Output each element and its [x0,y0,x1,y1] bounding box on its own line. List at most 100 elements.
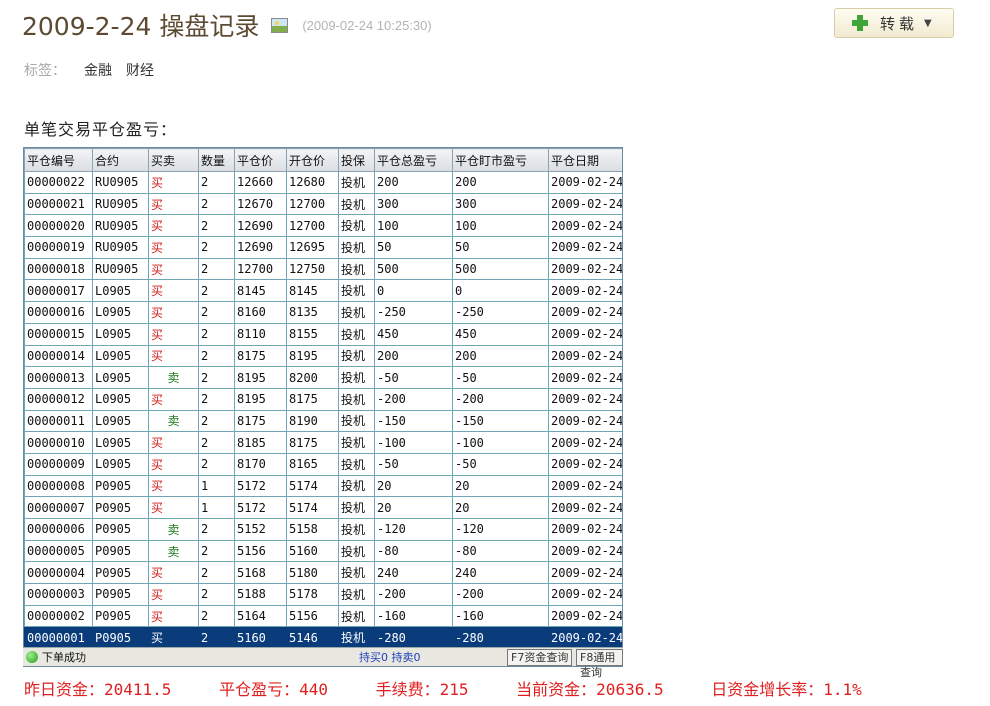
table-cell: 投机 [338,496,375,519]
table-cell: 投机 [338,366,375,389]
table-cell: 买 [148,583,199,606]
table-cell: 00000022 [24,171,93,194]
column-header[interactable]: 平仓盯市盈亏 [452,148,549,172]
table-cell: 5158 [286,518,339,541]
trade-table-screenshot: 平仓编号 合约 买卖 数量 平仓价 开仓价 投保 平仓总盈亏 平仓盯市盈亏 平仓日期 000000… [23,147,623,667]
column-header[interactable]: 开仓价 [286,148,339,172]
table-cell: 8195 [234,387,287,411]
table-row[interactable]: 00000019 RU0905 买 2 12690 12695 投机 50 50 2009-02-… [24,236,622,259]
table-cell: 2009-02-24 [548,561,622,585]
table-cell: 2009-02-24 [548,496,622,519]
image-icon[interactable] [271,17,289,33]
column-header[interactable]: 平仓编号 [24,148,93,172]
table-cell: 2 [198,539,235,563]
table-cell: L0905 [92,452,149,476]
table-row[interactable]: 00000005 P0905 卖 2 5156 5160 投机 -80 -80 2009-02-2… [24,539,622,563]
status-bar: 下单成功 持买0 持卖0 F7资金查询 F8通用查询 [23,647,623,679]
table-row[interactable]: 00000013 L0905 卖 2 8195 8200 投机 -50 -50 2009-02-2… [24,366,622,389]
table-cell: 5168 [234,561,287,585]
f7-funds-query-button[interactable]: F7资金查询 [507,649,573,666]
table-cell: -150 [452,409,549,433]
table-cell: 5172 [234,496,287,519]
table-cell: 买 [148,171,199,194]
table-cell: 投机 [338,626,375,650]
table-cell: 8145 [286,279,339,303]
table-cell: 8185 [234,431,287,454]
table-cell: 买 [148,301,199,324]
table-cell: 投机 [338,322,375,346]
table-cell: 2009-02-24 [548,431,622,454]
table-cell: 200 [452,344,549,368]
f8-general-query-button[interactable]: F8通用查询 [576,649,623,679]
column-header[interactable]: 投保 [338,148,375,172]
table-cell: -120 [374,518,453,541]
table-cell: 买 [148,257,199,281]
table-cell: 投机 [338,192,375,216]
table-row[interactable]: 00000016 L0905 买 2 8160 8135 投机 -250 -250 2009-02… [24,301,622,324]
table-cell: -150 [374,409,453,433]
column-header[interactable]: 平仓总盈亏 [374,148,453,172]
table-row[interactable]: 00000018 RU0905 买 2 12700 12750 投机 500 500 2009-0… [24,257,622,281]
tag-link[interactable]: 金融 [84,60,112,80]
table-cell: 12700 [234,257,287,281]
column-header[interactable]: 合约 [92,148,149,172]
table-cell: 买 [148,604,199,628]
table-row[interactable]: 00000004 P0905 买 2 5168 5180 投机 240 240 2009-02-2… [24,561,622,585]
column-header[interactable]: 数量 [198,148,235,172]
table-cell: 买 [148,561,199,585]
table-cell: 1 [198,496,235,519]
table-cell: 450 [374,322,453,346]
table-cell: 投机 [338,474,375,498]
table-cell: 投机 [338,279,375,303]
table-cell: 20 [452,474,549,498]
table-row[interactable]: 00000017 L0905 买 2 8145 8145 投机 0 0 2009-02-24 [24,279,622,303]
table-cell: 20 [452,496,549,519]
table-row[interactable]: 00000011 L0905 卖 2 8175 8190 投机 -150 -150 2009-02… [24,409,622,433]
column-header[interactable]: 买卖 [148,148,199,172]
table-row[interactable]: 00000009 L0905 买 2 8170 8165 投机 -50 -50 2009-02-2… [24,452,622,476]
chevron-down-icon: ▼ [924,17,932,29]
table-cell: 买 [148,496,199,519]
column-header[interactable]: 平仓价 [234,148,287,172]
table-row[interactable]: 00000021 RU0905 买 2 12670 12700 投机 300 300 2009-0… [24,192,622,216]
table-cell: 5178 [286,583,339,606]
table-row[interactable]: 00000001 P0905 买 2 5160 5146 投机 -280 -280 2009-02… [24,626,622,650]
table-row[interactable]: 00000015 L0905 买 2 8110 8155 投机 450 450 2009-02-2… [24,322,622,346]
table-row[interactable]: 00000008 P0905 买 1 5172 5174 投机 20 20 2009-02-24 [24,474,622,498]
prev-funds: 昨日资金：20411.5 [24,680,172,699]
table-cell: 买 [148,214,199,238]
table-cell: 00000009 [24,452,93,476]
table-cell: L0905 [92,322,149,346]
table-cell: 买 [148,626,199,650]
table-row[interactable]: 00000010 L0905 买 2 8185 8175 投机 -100 -100 2009-02… [24,431,622,454]
repost-button[interactable]: 转载 ▼ [834,8,954,38]
table-cell: RU0905 [92,214,149,238]
daily-summary: 昨日资金：20411.5 平仓盈亏：440 手续费：215 当前资金：20636… [24,676,900,700]
table-cell: 5188 [234,583,287,606]
table-row[interactable]: 00000012 L0905 买 2 8195 8175 投机 -200 -200 2009-02… [24,387,622,411]
table-cell: 2009-02-24 [548,626,622,650]
table-cell: 2009-02-24 [548,279,622,303]
table-cell: 2 [198,604,235,628]
table-cell: 8145 [234,279,287,303]
position-text: 持买0 持卖0 [359,651,421,664]
table-row[interactable]: 00000014 L0905 买 2 8175 8195 投机 200 200 2009-02-2… [24,344,622,368]
table-cell: -250 [452,301,549,324]
table-row[interactable]: 00000006 P0905 卖 2 5152 5158 投机 -120 -120 2009-02… [24,518,622,541]
tag-link[interactable]: 财经 [126,60,154,80]
table-cell: RU0905 [92,192,149,216]
post-timestamp: (2009-02-24 10:25:30) [302,17,432,33]
table-row[interactable]: 00000020 RU0905 买 2 12690 12700 投机 100 100 2009-0… [24,214,622,238]
table-cell: 2009-02-24 [548,214,622,238]
table-cell: 00000020 [24,214,93,238]
column-header[interactable]: 平仓日期 [548,148,622,172]
table-row[interactable]: 00000007 P0905 买 1 5172 5174 投机 20 20 2009-02-24 [24,496,622,519]
table-row[interactable]: 00000003 P0905 买 2 5188 5178 投机 -200 -200 2009-02… [24,583,622,606]
table-row[interactable]: 00000002 P0905 买 2 5164 5156 投机 -160 -160 2009-02… [24,604,622,628]
fees: 手续费：215 [375,680,469,699]
table-row[interactable]: 00000022 RU0905 买 2 12660 12680 投机 200 200 2009-0… [24,171,622,194]
table-cell: 00000015 [24,322,93,346]
table-cell: 100 [452,214,549,238]
table-cell: -160 [452,604,549,628]
table-cell: 8190 [286,409,339,433]
